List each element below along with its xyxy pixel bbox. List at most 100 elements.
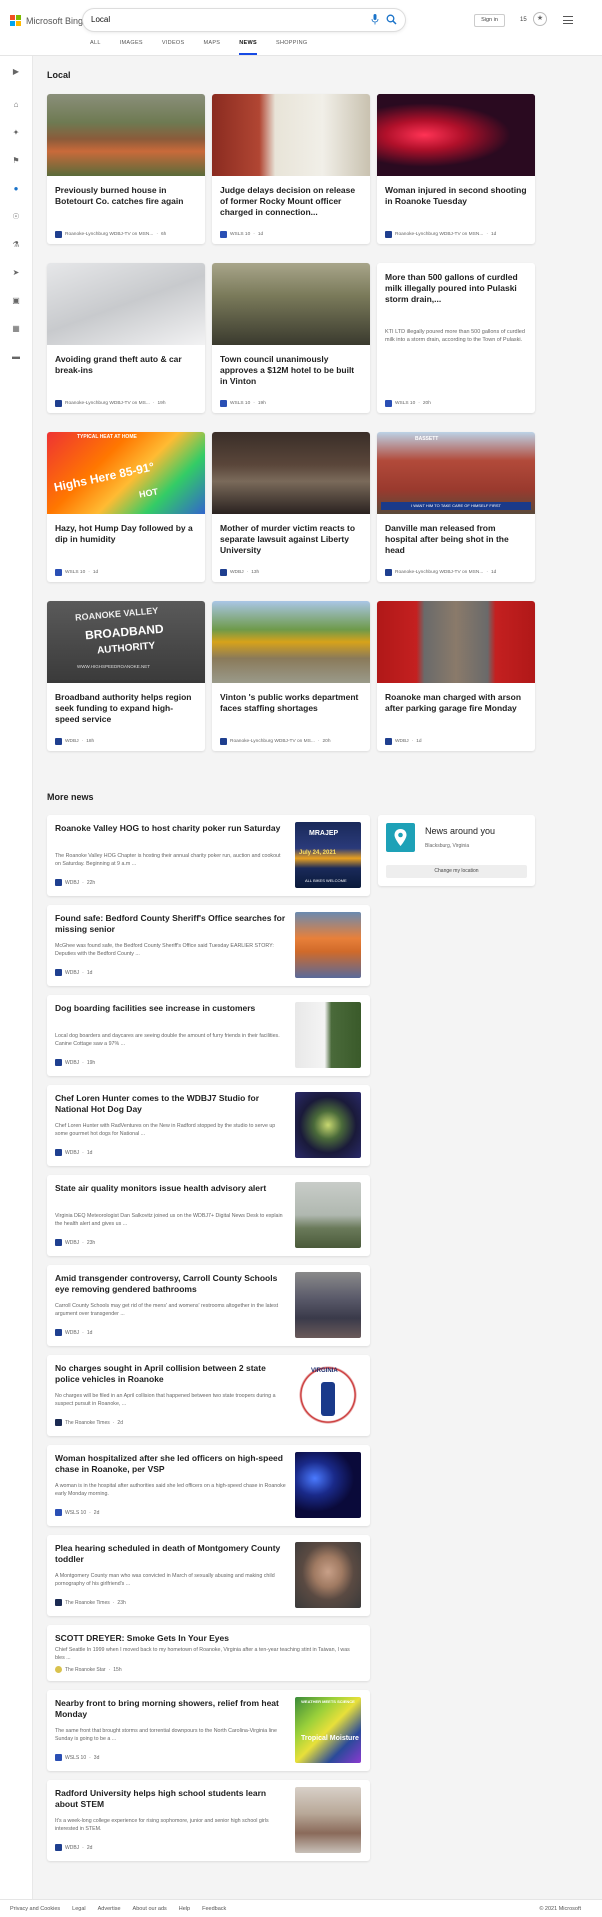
news-item[interactable]: Chef Loren Hunter comes to the WDBJ7 Stu… xyxy=(47,1085,370,1166)
local-card[interactable]: TYPICAL HEAT AT HOME Highs Here 85-91° H… xyxy=(47,432,205,582)
money-icon[interactable]: ▦ xyxy=(10,323,22,335)
footer-link-help[interactable]: Help xyxy=(179,1906,190,1912)
news-source: WDBJ · 1d xyxy=(55,1149,92,1156)
news-item[interactable]: Radford University helps high school stu… xyxy=(47,1780,370,1861)
footer-link-advertise[interactable]: Advertise xyxy=(98,1906,121,1912)
footer-link-privacy[interactable]: Privacy and Cookies xyxy=(10,1906,60,1912)
card-title: Judge delays decision on release of form… xyxy=(220,185,356,217)
brand-name: Microsoft Bing xyxy=(26,15,84,26)
news-item[interactable]: State air quality monitors issue health … xyxy=(47,1175,370,1256)
council-meeting-image xyxy=(212,263,370,345)
suspect-mugshot-image xyxy=(295,1542,361,1608)
news-around-title: News around you xyxy=(425,826,496,836)
wdbj-logo-icon xyxy=(55,969,62,976)
rocket-icon[interactable]: ➤ xyxy=(10,267,22,279)
news-item[interactable]: Found safe: Bedford County Sheriff's Off… xyxy=(47,905,370,986)
tab-all[interactable]: ALL xyxy=(90,40,101,55)
news-title: Nearby front to bring morning showers, r… xyxy=(55,1698,279,1719)
news-item[interactable]: Amid transgender controversy, Carroll Co… xyxy=(47,1265,370,1346)
card-title: Hazy, hot Hump Day followed by a dip in … xyxy=(55,523,193,544)
home-icon[interactable]: ⌂ xyxy=(10,99,22,111)
card-title: Vinton 's public works department faces … xyxy=(220,692,359,713)
news-item[interactable]: Woman hospitalized after she led officer… xyxy=(47,1445,370,1526)
sign-in-button[interactable]: Sign in xyxy=(474,14,505,27)
search-input[interactable]: Local xyxy=(91,15,110,24)
local-card[interactable]: Roanoke man charged with arson after par… xyxy=(377,601,535,751)
more-news-title: More news xyxy=(47,792,94,802)
news-item[interactable]: Dog boarding facilities see increase in … xyxy=(47,995,370,1076)
news-item[interactable]: Plea hearing scheduled in death of Montg… xyxy=(47,1535,370,1616)
wdbj-logo-icon xyxy=(220,569,227,576)
wdbj-logo-icon xyxy=(55,1059,62,1066)
microsoft-logo-icon xyxy=(10,15,21,26)
local-card[interactable]: Judge delays decision on release of form… xyxy=(212,94,370,244)
local-card[interactable]: Town council unanimously approves a $12M… xyxy=(212,263,370,413)
wdbj-logo-icon xyxy=(55,738,62,745)
news-snippet: A Montgomery County man who was convicte… xyxy=(55,1573,275,1587)
tab-images[interactable]: IMAGES xyxy=(120,40,143,55)
expand-icon[interactable]: ▶ xyxy=(10,66,22,78)
tab-videos[interactable]: VIDEOS xyxy=(162,40,185,55)
news-title: Woman hospitalized after she led officer… xyxy=(55,1453,283,1474)
tab-shopping[interactable]: SHOPPING xyxy=(276,40,307,55)
wdbj-logo-icon xyxy=(55,1844,62,1851)
change-location-button[interactable]: Change my location xyxy=(386,865,527,878)
card-source: Roanoke-Lynchburg WDBJ-TV on MS... · 19h xyxy=(55,400,166,407)
local-card[interactable]: Previously burned house in Botetourt Co.… xyxy=(47,94,205,244)
news-source: The Roanoke Times · 2d xyxy=(55,1419,123,1426)
news-item[interactable]: Roanoke Valley HOG to host charity poker… xyxy=(47,815,370,896)
news-item[interactable]: SCOTT DREYER: Smoke Gets In Your Eyes Ch… xyxy=(47,1625,370,1681)
card-source: Roanoke-Lynchburg WDBJ-TV on MSN... · 6h xyxy=(55,231,166,238)
bing-logo[interactable]: Microsoft Bing xyxy=(10,15,83,26)
mother-interview-image xyxy=(212,432,370,514)
page-footer: Privacy and Cookies Legal Advertise Abou… xyxy=(0,1899,602,1917)
car-icon[interactable]: ▬ xyxy=(10,351,22,363)
car-handle-image xyxy=(47,263,205,345)
flag-icon[interactable]: ⚑ xyxy=(10,155,22,167)
news-snippet: Local dog boarders and daycares are seei… xyxy=(55,1033,280,1047)
tab-maps[interactable]: MAPS xyxy=(203,40,220,55)
news-snippet: Virginia DEQ Meteorologist Dan Salkovitz… xyxy=(55,1213,283,1227)
footer-link-legal[interactable]: Legal xyxy=(72,1906,85,1912)
location-pin-icon[interactable]: ● xyxy=(10,183,22,195)
card-source: Roanoke-Lynchburg WDBJ-TV on MS... · 20h xyxy=(220,738,331,745)
hamburger-menu-icon[interactable] xyxy=(563,16,573,24)
dog-boarding-sign-image xyxy=(295,1002,361,1068)
wsls-logo-icon xyxy=(220,400,227,407)
sports-icon[interactable]: ✦ xyxy=(10,127,22,139)
wdbj-logo-icon xyxy=(55,400,62,407)
footer-link-feedback[interactable]: Feedback xyxy=(202,1906,226,1912)
card-source: WDBJ · 1d xyxy=(385,738,422,745)
local-card[interactable]: Woman injured in second shooting in Roan… xyxy=(377,94,535,244)
news-snippet: It's a week-long college experience for … xyxy=(55,1818,269,1832)
top-header: Microsoft Bing Local ALL IMAGES VIDEOS M… xyxy=(0,0,602,56)
card-title: Town council unanimously approves a $12M… xyxy=(220,354,355,386)
wdbj-logo-icon xyxy=(220,738,227,745)
news-title: State air quality monitors issue health … xyxy=(55,1183,267,1193)
globe-icon[interactable]: ☉ xyxy=(10,211,22,223)
local-card[interactable]: BASSETT I WANT HIM TO TAKE CARE OF HIMSE… xyxy=(377,432,535,582)
search-icon[interactable] xyxy=(386,14,397,25)
entertainment-icon[interactable]: ▣ xyxy=(10,295,22,307)
news-item[interactable]: No charges sought in April collision bet… xyxy=(47,1355,370,1436)
card-source: WSLS 10 · 1d xyxy=(55,569,98,576)
card-source: WDBJ · 13h xyxy=(220,569,259,576)
news-item[interactable]: Nearby front to bring morning showers, r… xyxy=(47,1690,370,1771)
microphone-icon[interactable] xyxy=(371,14,379,25)
rewards-count[interactable]: 15 xyxy=(520,17,527,23)
footer-link-about-ads[interactable]: About our ads xyxy=(133,1906,167,1912)
local-card[interactable]: Vinton 's public works department faces … xyxy=(212,601,370,751)
roanoke-star-logo-icon xyxy=(55,1666,62,1673)
bulldozer-image xyxy=(212,601,370,683)
local-card[interactable]: More than 500 gallons of curdled milk il… xyxy=(377,263,535,413)
news-snippet: Chief Seattle In 1999 when I moved back … xyxy=(55,1647,350,1661)
science-icon[interactable]: ⚗ xyxy=(10,239,22,251)
current-location: Blacksburg, Virginia xyxy=(425,843,470,849)
rewards-trophy-icon[interactable]: ★ xyxy=(533,12,547,26)
local-card[interactable]: Avoiding grand theft auto & car break-in… xyxy=(47,263,205,413)
search-box[interactable]: Local xyxy=(83,9,405,31)
tab-news[interactable]: NEWS xyxy=(239,40,257,55)
news-source: WDBJ · 19h xyxy=(55,1059,95,1066)
local-card[interactable]: Mother of murder victim reacts to separa… xyxy=(212,432,370,582)
local-card[interactable]: ROANOKE VALLEY BROADBAND AUTHORITY WWW.H… xyxy=(47,601,205,751)
